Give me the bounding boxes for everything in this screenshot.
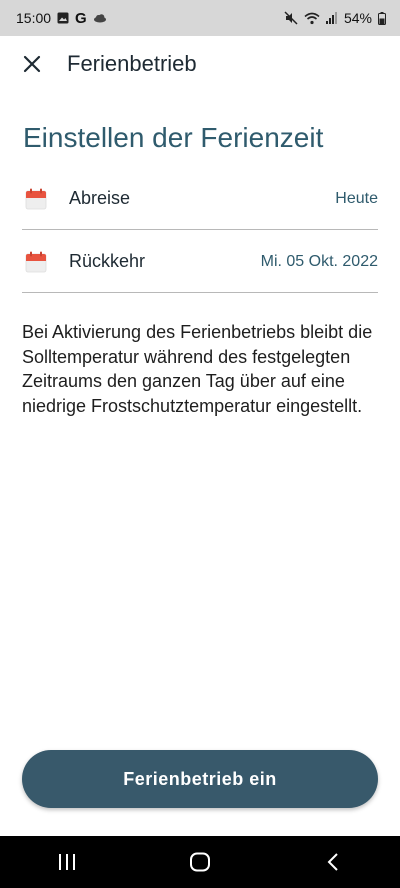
- google-icon: G: [75, 9, 87, 27]
- home-button[interactable]: [170, 842, 230, 882]
- wifi-icon: [304, 12, 320, 25]
- departure-value: Heute: [335, 189, 378, 207]
- departure-row[interactable]: Abreise Heute: [22, 168, 378, 230]
- status-right: 54%: [284, 10, 386, 26]
- return-value: Mi. 05 Okt. 2022: [260, 252, 378, 270]
- description-text: Bei Aktivierung des Ferienbetriebs bleib…: [22, 322, 373, 416]
- mute-icon: [284, 11, 298, 25]
- status-time: 15:00: [16, 10, 52, 26]
- navigation-bar: [0, 836, 400, 888]
- back-button[interactable]: [303, 842, 363, 882]
- close-button[interactable]: [12, 44, 52, 84]
- close-icon: [23, 55, 41, 73]
- signal-icon: [325, 12, 338, 24]
- calendar-icon: [25, 251, 47, 272]
- recent-apps-button[interactable]: [37, 842, 97, 882]
- section-heading: Einstellen der Ferienzeit: [23, 122, 324, 153]
- status-bar: 15:00 G 54%: [0, 0, 400, 36]
- battery-percent: 54%: [343, 10, 372, 26]
- enable-holiday-mode-button[interactable]: Ferienbetrieb ein: [22, 750, 378, 808]
- return-row[interactable]: Rückkehr Mi. 05 Okt. 2022: [22, 231, 378, 293]
- return-label: Rückkehr: [69, 251, 146, 271]
- page-title: Ferienbetrieb: [67, 51, 197, 76]
- home-icon: [189, 852, 210, 872]
- recent-apps-icon: [58, 854, 75, 870]
- gallery-icon: [57, 12, 69, 24]
- calendar-icon: [25, 188, 47, 209]
- departure-label: Abreise: [69, 188, 131, 208]
- cloud-icon: [93, 13, 107, 23]
- back-icon: [327, 853, 339, 871]
- status-left: 15:00 G: [16, 10, 107, 27]
- app-bar: Ferienbetrieb: [0, 36, 400, 92]
- battery-icon: [378, 11, 386, 25]
